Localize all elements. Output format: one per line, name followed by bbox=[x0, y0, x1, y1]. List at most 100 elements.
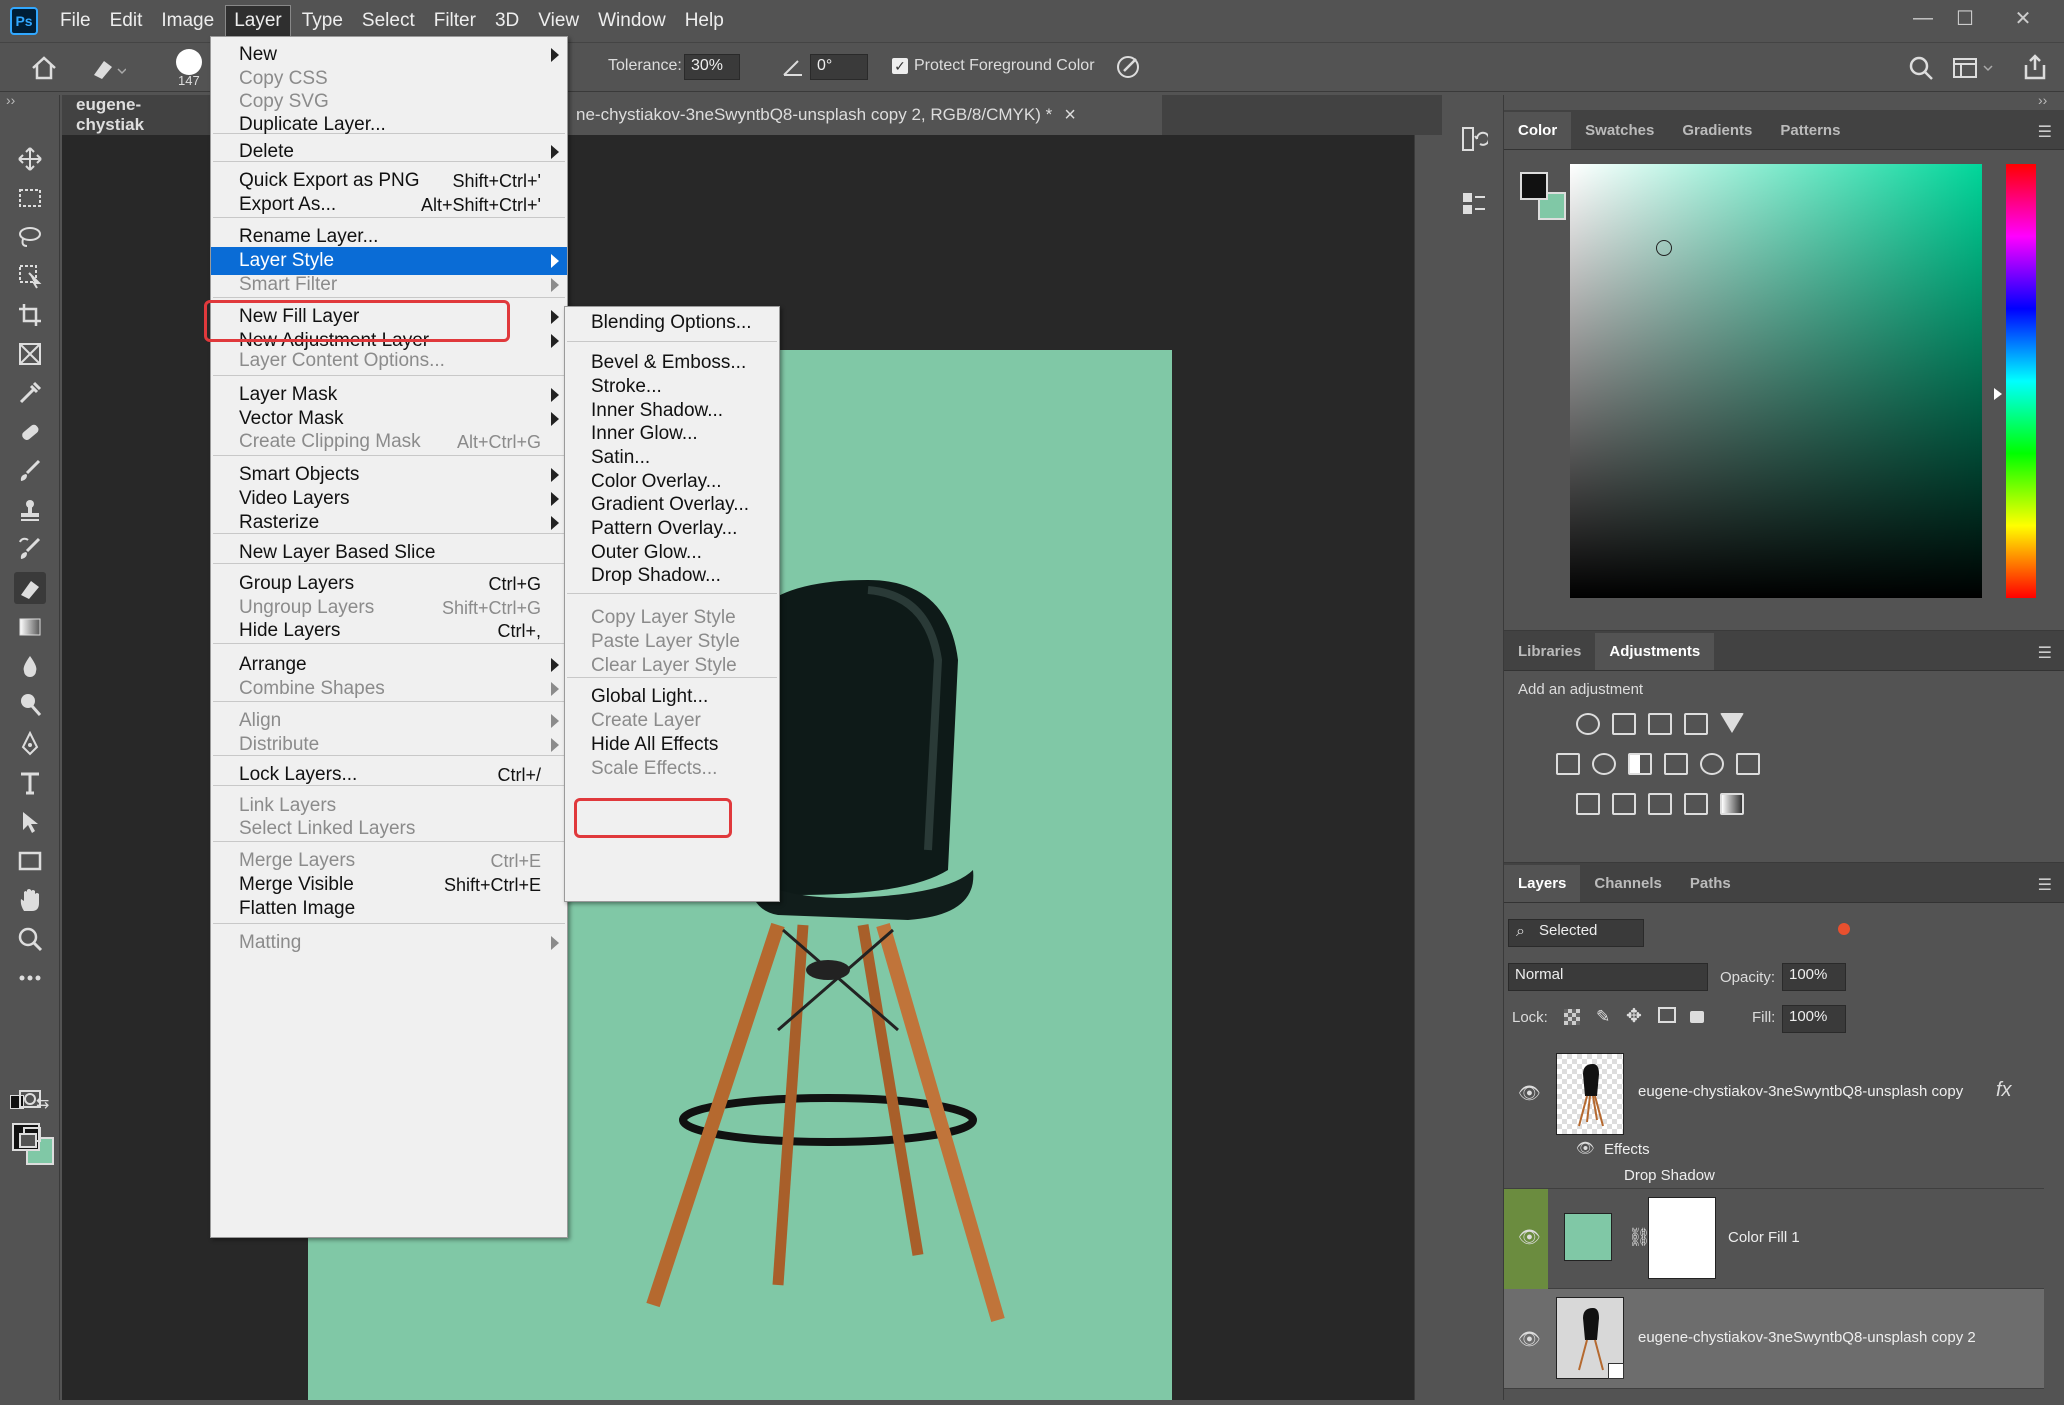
lock-all-icon[interactable] bbox=[1690, 1011, 1704, 1023]
lock-pixels-icon[interactable]: ✎ bbox=[1596, 1007, 1610, 1027]
clone-stamp-tool-icon[interactable] bbox=[14, 494, 46, 526]
layer-effects-fx-icon[interactable]: fx bbox=[1996, 1079, 2012, 1102]
color-picker-cursor[interactable] bbox=[1656, 240, 1672, 256]
gradient-map-icon[interactable] bbox=[1720, 793, 1744, 815]
tab-document-2[interactable]: ne-chystiakov-3neSwyntbQ8-unsplash copy … bbox=[562, 95, 1162, 135]
menu-filter[interactable]: Filter bbox=[426, 6, 484, 36]
color-lookup-icon[interactable] bbox=[1736, 753, 1760, 775]
fill-input[interactable]: 100% bbox=[1782, 1005, 1846, 1033]
fg-color-chip[interactable] bbox=[1520, 172, 1548, 200]
invert-icon[interactable] bbox=[1576, 793, 1600, 815]
marquee-tool-icon[interactable] bbox=[14, 182, 46, 214]
tab-color[interactable]: Color bbox=[1504, 112, 1572, 149]
menu-edit[interactable]: Edit bbox=[102, 6, 151, 36]
exposure-icon[interactable] bbox=[1684, 713, 1708, 735]
brightness-contrast-icon[interactable] bbox=[1576, 713, 1600, 735]
tab-swatches[interactable]: Swatches bbox=[1571, 112, 1668, 149]
tab-paths[interactable]: Paths bbox=[1676, 865, 1745, 902]
tab-layers[interactable]: Layers bbox=[1504, 865, 1581, 902]
layer-filter-select[interactable]: Selected bbox=[1508, 919, 1644, 947]
opacity-input[interactable]: 100% bbox=[1782, 963, 1846, 991]
zoom-tool-icon[interactable] bbox=[14, 923, 46, 955]
visibility-eye-icon[interactable]: 👁 bbox=[1518, 1227, 1542, 1251]
gradient-tool-icon[interactable] bbox=[14, 611, 46, 643]
layer-row-selected[interactable]: 👁 eugene-chystiakov-3neSwyntbQ8-unsplash… bbox=[1504, 1289, 2044, 1389]
tolerance-input[interactable]: 30% bbox=[684, 54, 740, 80]
posterize-icon[interactable] bbox=[1612, 793, 1636, 815]
eraser-tool-icon[interactable] bbox=[14, 572, 46, 604]
blend-mode-select[interactable]: Normal bbox=[1508, 963, 1708, 991]
channel-mixer-icon[interactable] bbox=[1700, 753, 1724, 775]
vibrance-icon[interactable] bbox=[1720, 713, 1744, 733]
angle-input[interactable]: 0° bbox=[810, 54, 868, 80]
menu-item-flatten-image[interactable]: Flatten Image bbox=[211, 895, 567, 923]
selective-color-icon[interactable] bbox=[1684, 793, 1708, 815]
menu-item-new-layer-based-slice[interactable]: New Layer Based Slice bbox=[211, 539, 567, 567]
layer-name[interactable]: eugene-chystiakov-3neSwyntbQ8-unsplash c… bbox=[1638, 1083, 1963, 1100]
workspace-icon[interactable] bbox=[1952, 55, 1996, 86]
layer-mask-thumbnail[interactable] bbox=[1648, 1197, 1716, 1279]
color-balance-icon[interactable] bbox=[1592, 753, 1616, 775]
search-icon[interactable] bbox=[1908, 55, 1934, 86]
frame-tool-icon[interactable] bbox=[14, 338, 46, 370]
filter-toggle-icon[interactable] bbox=[1838, 923, 1850, 935]
tab-gradients[interactable]: Gradients bbox=[1668, 112, 1766, 149]
close-window-button[interactable]: ✕ bbox=[1994, 0, 2052, 36]
menu-3d[interactable]: 3D bbox=[487, 6, 527, 36]
color-field[interactable] bbox=[1570, 164, 1982, 598]
visibility-eye-icon[interactable]: 👁 bbox=[1518, 1083, 1542, 1107]
history-panel-icon[interactable] bbox=[1460, 125, 1490, 158]
curves-icon[interactable] bbox=[1648, 713, 1672, 735]
photo-filter-icon[interactable] bbox=[1664, 753, 1688, 775]
type-tool-icon[interactable] bbox=[14, 767, 46, 799]
layer-row[interactable]: 👁 ⛓ Color Fill 1 bbox=[1504, 1189, 2044, 1289]
layer-row[interactable]: 👁 eugene-chystiakov-3neSwyntbQ8-unsplash… bbox=[1504, 1043, 2044, 1189]
menu-item-delete[interactable]: Delete bbox=[211, 138, 567, 166]
menu-help[interactable]: Help bbox=[677, 6, 732, 36]
black-white-icon[interactable] bbox=[1628, 753, 1652, 775]
fill-color-thumbnail[interactable] bbox=[1564, 1213, 1612, 1261]
tab-channels[interactable]: Channels bbox=[1580, 865, 1676, 902]
panel-menu-icon[interactable]: ☰ bbox=[2038, 122, 2052, 142]
object-select-tool-icon[interactable] bbox=[14, 260, 46, 292]
menu-window[interactable]: Window bbox=[590, 6, 674, 36]
lock-position-icon[interactable]: ✥ bbox=[1626, 1005, 1642, 1028]
layer-name[interactable]: Color Fill 1 bbox=[1728, 1229, 1800, 1246]
menu-select[interactable]: Select bbox=[354, 6, 423, 36]
pressure-icon[interactable] bbox=[1114, 53, 1142, 86]
menu-file[interactable]: File bbox=[52, 6, 99, 36]
menu-item-lock-layers[interactable]: Lock Layers... Ctrl+/ bbox=[211, 761, 567, 789]
menu-type[interactable]: Type bbox=[294, 6, 351, 36]
canvas-scrollbar[interactable] bbox=[1414, 135, 1442, 1400]
effects-eye-icon[interactable]: 👁 bbox=[1576, 1139, 1600, 1163]
submenu-item-drop-shadow[interactable]: Drop Shadow... bbox=[565, 562, 779, 590]
brush-tool-icon[interactable] bbox=[14, 455, 46, 487]
home-icon[interactable] bbox=[30, 55, 58, 86]
crop-tool-icon[interactable] bbox=[14, 299, 46, 331]
expand-panel-icon[interactable]: ›› bbox=[2038, 92, 2047, 108]
properties-panel-icon[interactable] bbox=[1460, 190, 1488, 223]
move-tool-icon[interactable] bbox=[14, 143, 46, 175]
menu-image[interactable]: Image bbox=[153, 6, 222, 36]
tab-document-1[interactable]: eugene-chystiak bbox=[62, 95, 212, 135]
layer-name[interactable]: eugene-chystiakov-3neSwyntbQ8-unsplash c… bbox=[1638, 1329, 1976, 1346]
dodge-tool-icon[interactable] bbox=[14, 689, 46, 721]
hand-tool-icon[interactable] bbox=[14, 884, 46, 916]
panel-menu-icon[interactable]: ☰ bbox=[2038, 643, 2052, 663]
menu-item-hide-layers[interactable]: Hide Layers Ctrl+, bbox=[211, 617, 567, 645]
rectangle-tool-icon[interactable] bbox=[14, 845, 46, 877]
brush-size-icon[interactable] bbox=[176, 49, 202, 75]
submenu-item-blending-options[interactable]: Blending Options... bbox=[565, 309, 779, 337]
lasso-tool-icon[interactable] bbox=[14, 221, 46, 253]
threshold-icon[interactable] bbox=[1648, 793, 1672, 815]
blur-tool-icon[interactable] bbox=[14, 650, 46, 682]
hue-slider[interactable] bbox=[2006, 164, 2036, 598]
quick-mask-icon[interactable] bbox=[14, 1083, 46, 1115]
lock-artboard-icon[interactable] bbox=[1658, 1007, 1676, 1023]
hue-saturation-icon[interactable] bbox=[1556, 753, 1580, 775]
screen-mode-icon[interactable] bbox=[14, 1122, 46, 1154]
menu-item-duplicate-layer[interactable]: Duplicate Layer... bbox=[211, 111, 567, 139]
background-eraser-preset-icon[interactable] bbox=[90, 55, 127, 86]
effect-drop-shadow[interactable]: Drop Shadow bbox=[1624, 1167, 1715, 1184]
menu-item-export-as[interactable]: Export As... Alt+Shift+Ctrl+' bbox=[211, 191, 567, 219]
